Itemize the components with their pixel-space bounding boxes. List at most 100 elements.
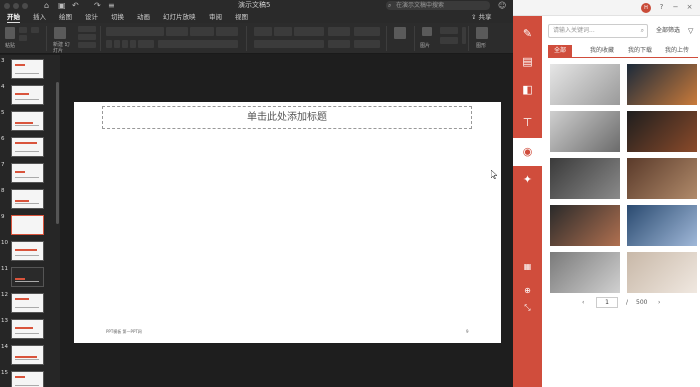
nav-tools[interactable]: ✦ bbox=[513, 166, 542, 194]
image-search-input[interactable]: 请输入关键词... ⌕ bbox=[548, 24, 648, 38]
stock-image-cafe-window[interactable] bbox=[627, 252, 697, 293]
minimize-window-button[interactable] bbox=[13, 3, 19, 9]
stock-image-tablet-table[interactable] bbox=[627, 158, 697, 199]
stock-image-skyscraper[interactable] bbox=[550, 252, 620, 293]
tab-animations[interactable]: 动画 bbox=[137, 12, 150, 22]
arrange-button[interactable] bbox=[440, 27, 458, 34]
prev-page-button[interactable]: ‹ bbox=[582, 298, 584, 308]
tab-uploads[interactable]: 我的上传 bbox=[665, 45, 689, 57]
close-window-button[interactable] bbox=[4, 3, 10, 9]
underline-button[interactable] bbox=[122, 40, 128, 48]
section-dropdown[interactable] bbox=[78, 42, 96, 48]
stock-image-laptop-desk[interactable] bbox=[550, 64, 620, 105]
slide-thumbnail[interactable]: 8 bbox=[0, 188, 60, 212]
stock-image-mountain-road[interactable] bbox=[550, 158, 620, 199]
tab-transitions[interactable]: 切换 bbox=[111, 12, 124, 22]
globe-icon[interactable]: ⊕ bbox=[513, 286, 542, 295]
text-direction-button[interactable] bbox=[328, 27, 350, 36]
stock-image-ocean-horizon[interactable] bbox=[627, 205, 697, 246]
cut-button[interactable] bbox=[19, 27, 27, 33]
avatar[interactable]: H bbox=[641, 3, 651, 13]
layout-dropdown[interactable] bbox=[78, 26, 96, 32]
tab-downloads[interactable]: 我的下载 bbox=[628, 45, 652, 57]
layout-icon[interactable]: ▦ bbox=[513, 262, 542, 271]
slide-thumbnail[interactable]: 11 bbox=[0, 266, 60, 290]
slide-thumbnail[interactable]: 7 bbox=[0, 162, 60, 186]
search-input[interactable]: ⌕ 在演示文稿中搜索 bbox=[386, 1, 490, 10]
bold-button[interactable] bbox=[106, 40, 112, 48]
slide-thumbnail[interactable]: 13 bbox=[0, 318, 60, 342]
char-spacing-controls[interactable] bbox=[158, 40, 238, 48]
stock-image-typing-hands[interactable] bbox=[550, 111, 620, 152]
slide-thumbnail[interactable]: 3 bbox=[0, 58, 60, 82]
font-name-dropdown[interactable] bbox=[106, 27, 164, 36]
tab-favorites[interactable]: 我的收藏 bbox=[590, 45, 614, 57]
font-size-dropdown[interactable] bbox=[166, 27, 188, 36]
help-icon[interactable]: ? bbox=[657, 3, 666, 12]
ribbon-scroll[interactable] bbox=[462, 27, 466, 44]
picture-icon[interactable] bbox=[422, 27, 432, 36]
share-button[interactable]: ⇪ 共享 bbox=[471, 12, 492, 22]
current-slide[interactable]: 单击此处添加标题 PPT模板 第一PPT网 9 bbox=[74, 102, 501, 343]
home-icon[interactable]: ⌂ bbox=[44, 1, 49, 10]
redo-icon[interactable]: ↷ bbox=[94, 1, 101, 10]
slide-thumbnail[interactable]: 6 bbox=[0, 136, 60, 160]
stock-image-dark-desk[interactable] bbox=[627, 111, 697, 152]
stock-image-light-trails[interactable] bbox=[627, 64, 697, 105]
bullets-dropdown[interactable] bbox=[254, 27, 272, 36]
tab-home[interactable]: 开始 bbox=[7, 12, 20, 23]
smiley-icon[interactable]: ☺ bbox=[498, 1, 506, 10]
alignment-controls[interactable] bbox=[254, 40, 324, 48]
nav-text[interactable]: ▤ bbox=[513, 48, 542, 76]
nav-images[interactable]: ◉ bbox=[513, 138, 542, 166]
tab-review[interactable]: 审阅 bbox=[209, 12, 222, 22]
tab-slideshow[interactable]: 幻灯片放映 bbox=[163, 12, 196, 22]
minimize-panel-icon[interactable]: − bbox=[671, 3, 680, 12]
clear-format-button[interactable] bbox=[216, 27, 238, 36]
smartart-button[interactable] bbox=[354, 40, 380, 48]
slide-thumbnail[interactable]: 4 bbox=[0, 84, 60, 108]
nav-shapes[interactable]: ◧ bbox=[513, 76, 542, 104]
nav-diagrams[interactable]: ⊤ bbox=[513, 109, 542, 137]
columns-button[interactable] bbox=[354, 27, 380, 36]
stock-image-coffee-cup[interactable] bbox=[550, 205, 620, 246]
strikethrough-button[interactable] bbox=[130, 40, 136, 48]
shapes-icon[interactable] bbox=[476, 27, 488, 39]
title-placeholder[interactable]: 单击此处添加标题 bbox=[102, 106, 472, 129]
filter-icon[interactable]: ▽ bbox=[688, 25, 693, 37]
indent-controls[interactable] bbox=[294, 27, 324, 36]
copy-button[interactable] bbox=[19, 35, 27, 41]
more-icon[interactable]: ≡ bbox=[108, 1, 115, 10]
page-number-input[interactable]: 1 bbox=[596, 297, 618, 308]
zoom-window-button[interactable] bbox=[22, 3, 28, 9]
filter-button[interactable]: 全部筛选 bbox=[656, 25, 680, 37]
slide-thumbnail[interactable]: 10 bbox=[0, 240, 60, 264]
paste-button[interactable] bbox=[5, 27, 15, 39]
shape-button[interactable] bbox=[394, 27, 406, 39]
tab-insert[interactable]: 插入 bbox=[33, 12, 46, 22]
font-color-button[interactable] bbox=[138, 40, 154, 48]
nav-notes[interactable]: ✎ bbox=[513, 20, 542, 48]
slide-thumbnail[interactable]: 14 bbox=[0, 344, 60, 368]
tab-draw[interactable]: 绘图 bbox=[59, 12, 72, 22]
close-panel-icon[interactable]: × bbox=[685, 3, 694, 12]
tab-design[interactable]: 设计 bbox=[85, 12, 98, 22]
save-icon[interactable]: ▣ bbox=[58, 1, 66, 10]
tab-all[interactable]: 全部 bbox=[548, 45, 573, 57]
numbering-dropdown[interactable] bbox=[274, 27, 292, 36]
new-slide-button[interactable] bbox=[54, 27, 66, 39]
slide-thumbnail[interactable]: 12 bbox=[0, 292, 60, 316]
italic-button[interactable] bbox=[114, 40, 120, 48]
format-painter-button[interactable] bbox=[31, 27, 39, 33]
next-page-button[interactable]: › bbox=[658, 298, 660, 308]
align-text-button[interactable] bbox=[328, 40, 350, 48]
slide-thumbnail[interactable]: 9 bbox=[0, 214, 60, 238]
undo-icon[interactable]: ↶ bbox=[72, 1, 79, 10]
quick-styles-button[interactable] bbox=[440, 37, 458, 44]
resize-grip-icon[interactable]: ⤡ bbox=[513, 303, 542, 313]
slide-thumbnail[interactable]: 15 bbox=[0, 370, 60, 387]
slide-thumbnail[interactable]: 5 bbox=[0, 110, 60, 134]
reset-button[interactable] bbox=[78, 34, 96, 40]
tab-view[interactable]: 视图 bbox=[235, 12, 248, 22]
grow-shrink-font[interactable] bbox=[190, 27, 214, 36]
